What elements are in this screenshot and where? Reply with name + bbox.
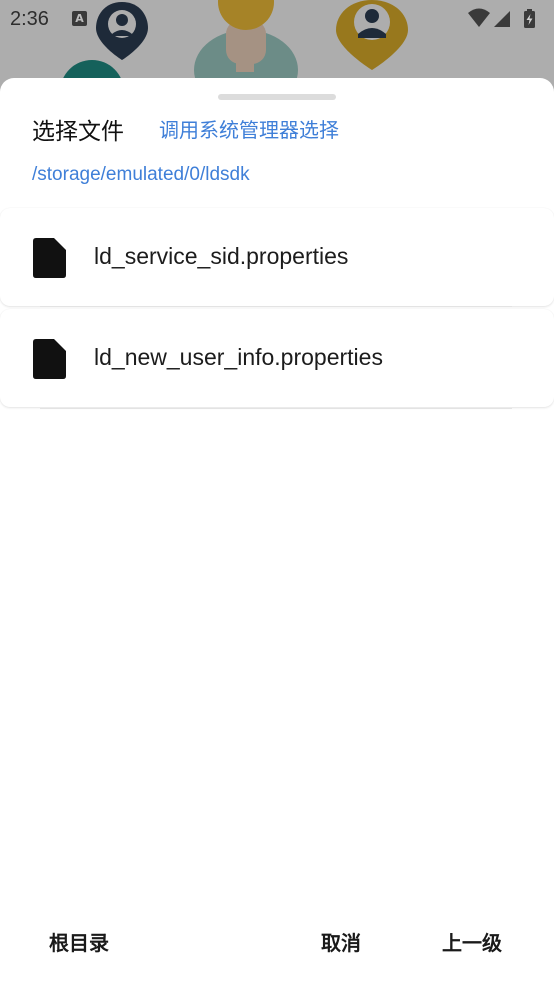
file-list-item[interactable]: ld_new_user_info.properties [0, 309, 554, 407]
system-picker-link[interactable]: 调用系统管理器选择 [159, 114, 339, 143]
file-icon [33, 339, 66, 379]
file-picker-sheet: 选择文件 调用系统管理器选择 /storage/emulated/0/ldsdk… [0, 78, 554, 986]
cancel-button[interactable]: 取消 [321, 927, 361, 956]
file-name: ld_new_user_info.properties [94, 344, 383, 370]
current-path: /storage/emulated/0/ldsdk [32, 164, 250, 185]
root-directory-button[interactable]: 根目录 [49, 927, 109, 956]
status-icons [468, 8, 535, 28]
a-letter-icon: A [72, 11, 87, 26]
status-time: 2:36 [10, 8, 49, 30]
parent-directory-button[interactable]: 上一级 [442, 927, 502, 956]
file-icon [33, 238, 66, 278]
battery-charging-icon [524, 9, 535, 28]
signal-icon [494, 11, 510, 27]
status-bar: 2:36 A [0, 0, 554, 40]
file-name: ld_service_sid.properties [94, 243, 349, 269]
wifi-icon [468, 8, 490, 27]
file-list-item[interactable]: ld_service_sid.properties [0, 208, 554, 306]
sheet-title: 选择文件 [32, 119, 124, 145]
drag-handle[interactable] [218, 94, 336, 100]
row-divider [40, 408, 512, 409]
row-divider [40, 306, 512, 307]
